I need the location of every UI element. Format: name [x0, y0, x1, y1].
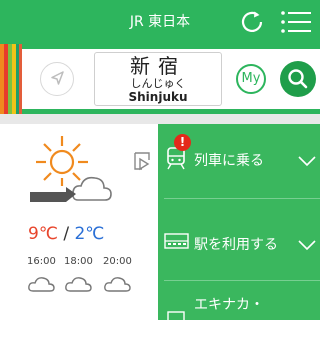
cloud-icon: [27, 274, 55, 298]
side-menu: ! 列車に乗る 駅を利用する エキナカ・: [158, 124, 320, 329]
temp-high: 9℃: [28, 224, 58, 244]
search-button[interactable]: [280, 61, 316, 97]
line-color-stripe: [19, 44, 22, 114]
cloud-icon: [64, 274, 92, 298]
app-title: JR 東日本: [129, 14, 191, 30]
menu-item-ekinaka[interactable]: エキナカ・: [158, 288, 320, 348]
sun-behind-cloud-icon: [30, 136, 112, 202]
station-name-kana: しんじゅく: [130, 77, 186, 90]
navigation-arrow-icon: [51, 71, 64, 85]
chevron-down-icon: [298, 240, 316, 251]
refresh-icon[interactable]: [237, 7, 267, 37]
temperature-display: 9℃ / 2℃: [28, 224, 104, 244]
menu-item-use-station[interactable]: 駅を利用する: [158, 212, 320, 272]
station-name-sign: 新宿 しんじゅく Shinjuku: [94, 52, 222, 106]
weather-panel[interactable]: 9℃ / 2℃ 16:00 18:00 20:00: [0, 124, 158, 320]
menu-divider: [164, 280, 320, 281]
my-station-button[interactable]: My: [236, 64, 266, 94]
hamburger-menu-icon[interactable]: [280, 9, 312, 35]
weather-detail-icon[interactable]: [128, 148, 156, 176]
shop-icon: [167, 311, 185, 329]
chevron-down-icon: [298, 156, 316, 167]
temp-separator: /: [63, 224, 70, 244]
menu-item-label: 列車に乗る: [194, 153, 264, 169]
menu-item-label: エキナカ・: [194, 297, 264, 313]
app-header: JR 東日本: [0, 0, 320, 44]
cloud-icon: [103, 274, 131, 298]
forecast-time: 16:00: [27, 256, 56, 267]
search-icon: [288, 69, 308, 89]
forecast-time: 18:00: [64, 256, 93, 267]
station-top-band: [22, 44, 320, 49]
menu-item-label: 駅を利用する: [194, 237, 278, 253]
station-bar: 新宿 しんじゅく Shinjuku My: [0, 44, 320, 114]
forecast-time: 20:00: [103, 256, 132, 267]
station-name-romaji: Shinjuku: [128, 90, 188, 104]
location-arrow-button[interactable]: [40, 62, 74, 96]
ticket-gate-icon: [164, 233, 189, 249]
menu-item-ride-train[interactable]: ! 列車に乗る: [158, 124, 320, 184]
temp-low: 2℃: [74, 224, 105, 244]
section-divider: [0, 114, 320, 124]
alert-badge: !: [174, 134, 191, 151]
menu-divider: [164, 198, 320, 199]
station-name-kanji: 新宿: [130, 54, 186, 78]
